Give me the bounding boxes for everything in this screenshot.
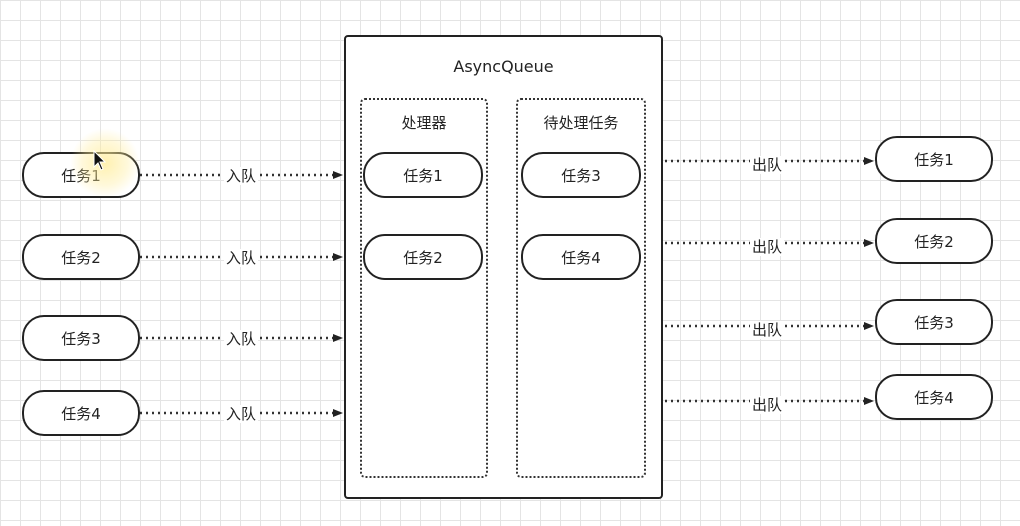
enqueue-label-1: 入队 bbox=[224, 167, 259, 185]
pending-task-4-label: 任务4 bbox=[561, 248, 601, 267]
input-task-4-label: 任务4 bbox=[61, 404, 101, 423]
processor-task-1-label: 任务1 bbox=[403, 166, 443, 185]
enqueue-label-2: 入队 bbox=[224, 249, 259, 267]
dequeue-label-2: 出队 bbox=[750, 238, 785, 256]
dequeue-label-1: 出队 bbox=[750, 156, 785, 174]
enqueue-label-3: 入队 bbox=[224, 330, 259, 348]
processor-group-title: 处理器 bbox=[401, 114, 447, 132]
pending-group-title: 待处理任务 bbox=[543, 114, 619, 132]
enqueue-label-4: 入队 bbox=[224, 405, 259, 423]
input-task-2[interactable]: 任务2 bbox=[22, 234, 140, 280]
pending-task-3-label: 任务3 bbox=[561, 166, 601, 185]
output-task-1-label: 任务1 bbox=[914, 150, 954, 169]
mouse-pointer-icon bbox=[93, 150, 107, 171]
dequeue-label-3: 出队 bbox=[750, 321, 785, 339]
input-task-2-label: 任务2 bbox=[61, 248, 101, 267]
diagram-canvas: 任务1 任务2 任务3 任务4 入队 入队 入队 入队 AsyncQueue 处… bbox=[0, 0, 1020, 526]
output-task-2-label: 任务2 bbox=[914, 232, 954, 251]
input-task-3-label: 任务3 bbox=[61, 329, 101, 348]
pending-task-4[interactable]: 任务4 bbox=[521, 234, 641, 280]
output-task-4-label: 任务4 bbox=[914, 388, 954, 407]
processor-task-2-label: 任务2 bbox=[403, 248, 443, 267]
async-queue-title: AsyncQueue bbox=[453, 57, 554, 76]
pending-task-3[interactable]: 任务3 bbox=[521, 152, 641, 198]
output-task-2[interactable]: 任务2 bbox=[875, 218, 993, 264]
input-task-3[interactable]: 任务3 bbox=[22, 315, 140, 361]
output-task-1[interactable]: 任务1 bbox=[875, 136, 993, 182]
processor-task-2[interactable]: 任务2 bbox=[363, 234, 483, 280]
output-task-3[interactable]: 任务3 bbox=[875, 299, 993, 345]
output-task-4[interactable]: 任务4 bbox=[875, 374, 993, 420]
output-task-3-label: 任务3 bbox=[914, 313, 954, 332]
input-task-4[interactable]: 任务4 bbox=[22, 390, 140, 436]
processor-task-1[interactable]: 任务1 bbox=[363, 152, 483, 198]
dequeue-label-4: 出队 bbox=[750, 396, 785, 414]
